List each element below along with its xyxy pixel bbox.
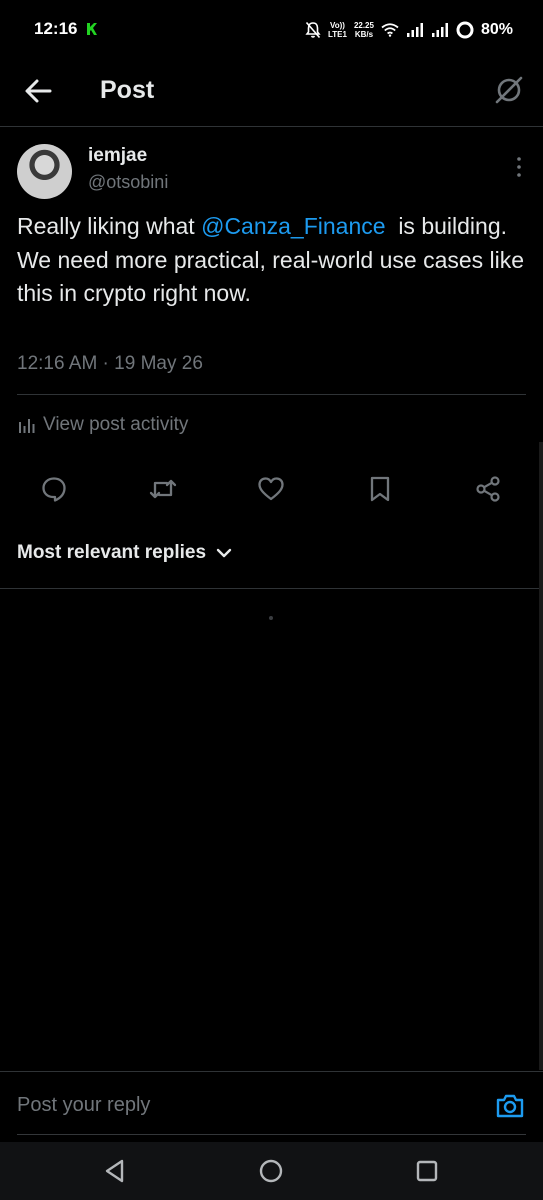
reply-input-underline [17,1134,526,1135]
grok-icon[interactable] [493,74,525,106]
heart-icon [258,477,284,501]
system-nav-bar [0,1142,543,1200]
camera-icon[interactable] [495,1092,525,1120]
mute-icon [305,21,321,39]
bookmark-icon [370,476,390,502]
signal-icon-1 [406,23,423,37]
bookmark-button[interactable] [363,472,397,506]
reply-icon [42,477,66,502]
back-arrow-icon[interactable] [22,76,56,106]
status-bar: 12:16 Vo)) LTE1 22.25 KB/s 80% [0,0,543,60]
display-name[interactable]: iemjae [88,145,147,167]
nav-recents-icon[interactable] [414,1158,440,1184]
post-timestamp: 12:16 AM · 19 May 26 [17,353,203,374]
header-divider [0,126,543,127]
network-speed: 22.25 KB/s [353,21,374,39]
reply-composer [0,1072,543,1142]
replies-sort-label: Most relevant replies [17,542,207,563]
top-app-bar: Post [0,60,543,126]
nav-back-icon[interactable] [102,1158,128,1184]
repost-icon [149,479,177,499]
volte-indicator: Vo)) LTE1 [327,21,347,39]
post-actions [0,472,543,508]
signal-icon-2 [431,23,448,37]
scrollbar[interactable] [539,442,543,1070]
replies-divider [0,588,543,589]
reply-button[interactable] [37,472,71,506]
more-options-icon[interactable] [515,156,523,178]
like-button[interactable] [254,472,288,506]
share-icon [476,476,500,502]
reply-input[interactable] [17,1094,457,1117]
analytics-icon [19,419,35,433]
nav-home-icon[interactable] [258,1158,284,1184]
share-button[interactable] [471,472,505,506]
repost-button[interactable] [146,472,180,506]
battery-icon [456,21,474,39]
page-title: Post [100,76,155,104]
post-text: Really liking what @Canza_Finance is bui… [17,213,531,306]
app-notification-icon [87,23,97,35]
view-post-activity[interactable]: View post activity [18,414,188,436]
user-handle[interactable]: @otsobini [88,172,168,193]
mention-link[interactable]: @Canza_Finance [201,213,385,239]
activity-label: View post activity [43,414,189,435]
status-time: 12:16 [34,19,78,38]
replies-sort-dropdown[interactable]: Most relevant replies [17,542,232,564]
loading-indicator [269,616,273,620]
post-divider [17,394,526,395]
wifi-icon [381,23,399,37]
avatar[interactable] [17,144,72,199]
chevron-down-icon [216,548,232,558]
status-icons: Vo)) LTE1 22.25 KB/s 80% [305,17,513,43]
battery-percent: 80% [480,21,513,38]
